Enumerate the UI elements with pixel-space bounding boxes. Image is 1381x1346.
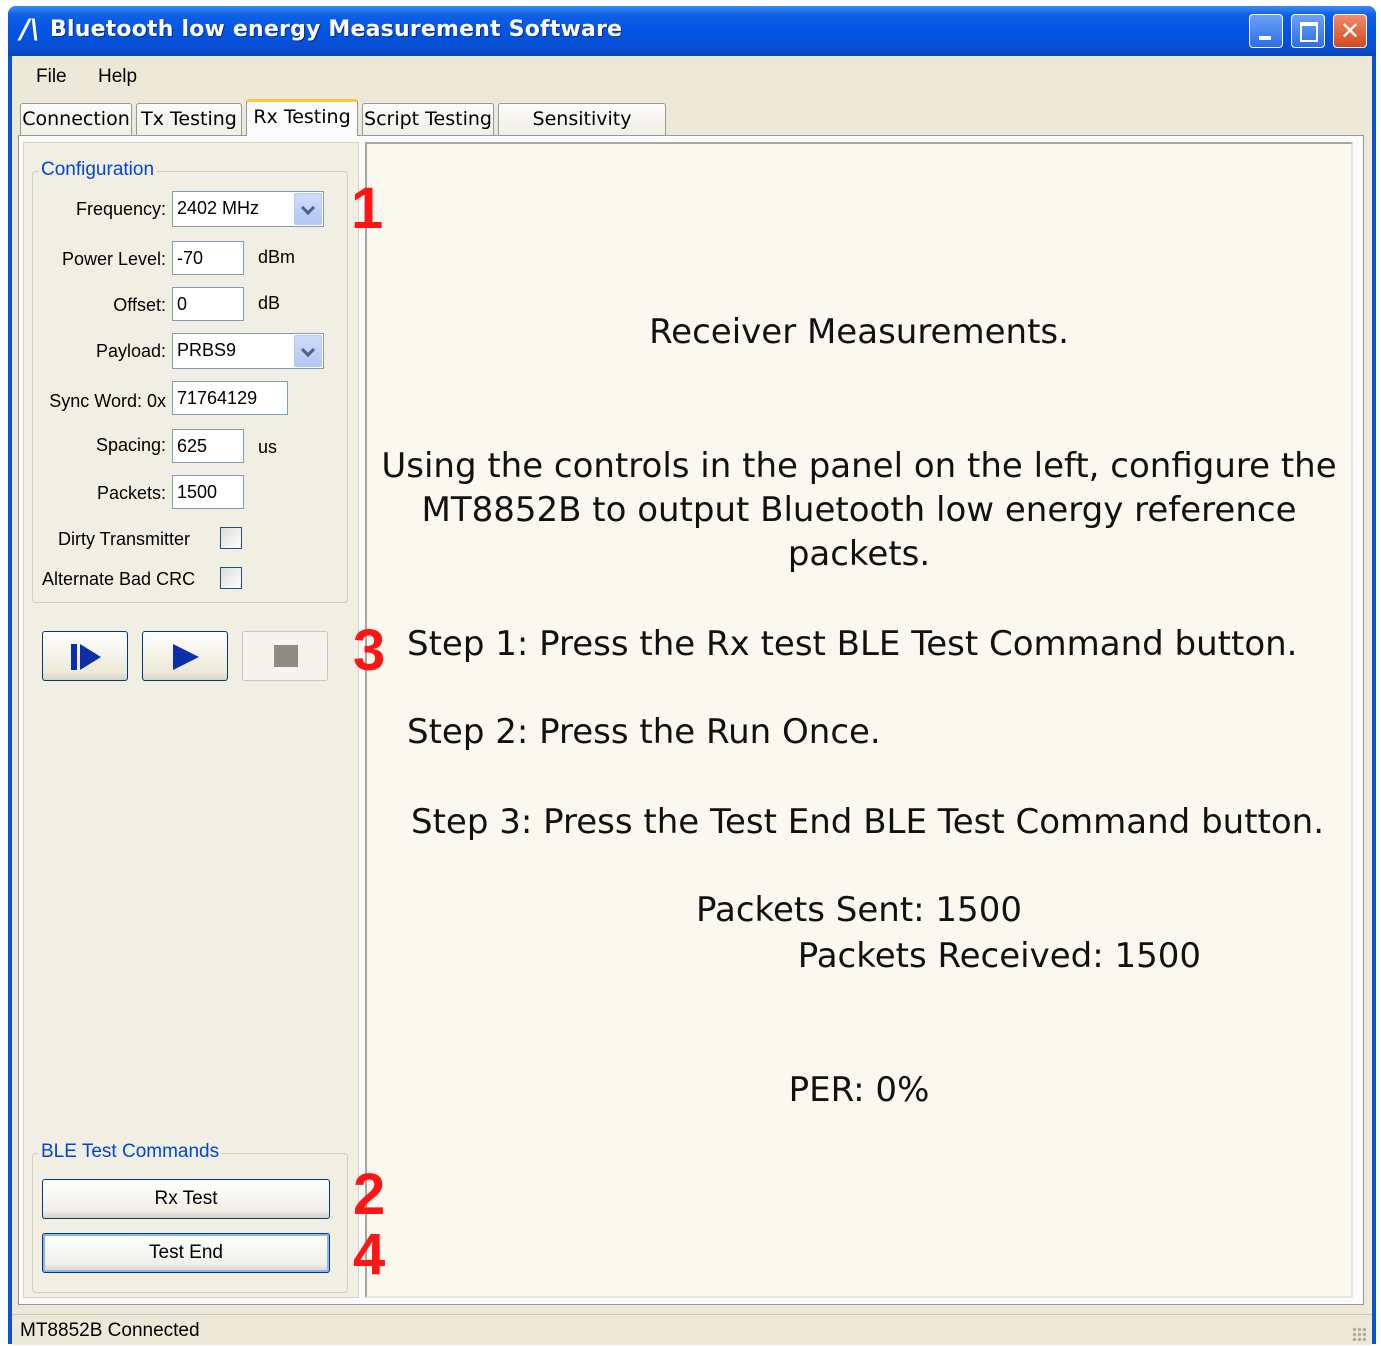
dirty-transmitter-label: Dirty Transmitter xyxy=(58,529,191,549)
annotation-2: 2 xyxy=(353,1162,386,1227)
packets-sent-readout: Packets Sent: 1500 xyxy=(696,890,1022,930)
minimize-button[interactable] xyxy=(1249,14,1283,48)
tab-script-testing[interactable]: Script Testing xyxy=(362,103,494,135)
tab-sensitivity-search[interactable]: Sensitivity Search xyxy=(498,103,666,160)
menu-bar: File Help xyxy=(12,56,1372,98)
tab-tx-testing[interactable]: Tx Testing xyxy=(136,103,242,135)
app-logo-icon: /\ xyxy=(20,14,40,45)
close-icon: ✕ xyxy=(1339,17,1361,45)
stop-icon xyxy=(274,645,298,667)
instructions-step2: Step 2: Press the Run Once. xyxy=(407,712,881,752)
annotation-4: 4 xyxy=(353,1222,386,1287)
payload-value: PRBS9 xyxy=(177,340,237,360)
spacing-label: Spacing: xyxy=(95,435,166,455)
offset-label: Offset: xyxy=(113,295,166,315)
power-level-label: Power Level: xyxy=(61,249,166,269)
frequency-dropdown[interactable]: 2402 MHz xyxy=(172,191,324,227)
step-play-icon xyxy=(71,644,101,670)
close-button[interactable]: ✕ xyxy=(1333,14,1367,48)
alternate-bad-crc-checkbox[interactable] xyxy=(220,567,242,589)
instructions-step3: Step 3: Press the Test End BLE Test Comm… xyxy=(411,802,1325,842)
alternate-bad-crc-label: Alternate Bad CRC xyxy=(42,569,196,589)
dirty-transmitter-checkbox[interactable] xyxy=(220,527,242,549)
instructions-panel: Receiver Measurements. Using the control… xyxy=(365,142,1353,1298)
window-title: Bluetooth low energy Measurement Softwar… xyxy=(50,17,623,42)
client-area: File Help Connection Tx Testing Rx Testi… xyxy=(12,56,1372,1345)
instructions-heading: Receiver Measurements. xyxy=(649,312,1069,352)
instructions-step1: Step 1: Press the Rx test BLE Test Comma… xyxy=(407,624,1298,664)
packets-label: Packets: xyxy=(96,483,166,503)
connection-status: MT8852B Connected xyxy=(20,1320,200,1341)
payload-dropdown[interactable]: PRBS9 xyxy=(172,333,324,369)
spacing-unit: us xyxy=(258,437,278,457)
frequency-label: Frequency: xyxy=(75,199,166,219)
instructions-intro-line2: MT8852B to output Bluetooth low energy r… xyxy=(421,490,1297,530)
title-bar[interactable]: /\ Bluetooth low energy Measurement Soft… xyxy=(8,6,1376,56)
chevron-down-icon[interactable] xyxy=(294,193,322,225)
menu-help[interactable]: Help xyxy=(98,66,137,88)
offset-unit: dB xyxy=(258,293,281,313)
rx-test-button[interactable]: Rx Test xyxy=(42,1179,330,1219)
power-level-input[interactable]: -70 xyxy=(172,241,244,275)
status-bar: MT8852B Connected xyxy=(12,1314,1372,1345)
frequency-value: 2402 MHz xyxy=(177,198,260,218)
payload-label: Payload: xyxy=(95,341,166,361)
power-unit: dBm xyxy=(258,247,296,267)
packets-input[interactable]: 1500 xyxy=(172,475,244,509)
spacing-input[interactable]: 625 xyxy=(172,429,244,463)
annotation-3: 3 xyxy=(353,618,386,683)
packets-received-readout: Packets Received: 1500 xyxy=(797,936,1201,976)
configuration-title: Configuration xyxy=(38,159,158,181)
sync-word-input[interactable]: 71764129 xyxy=(172,381,288,415)
sync-word-label: Sync Word: 0x xyxy=(49,391,166,411)
test-end-button[interactable]: Test End xyxy=(42,1233,330,1273)
tab-connection[interactable]: Connection xyxy=(20,103,132,135)
run-once-button[interactable] xyxy=(42,631,128,681)
instructions-intro-line1: Using the controls in the panel on the l… xyxy=(381,446,1337,486)
offset-input[interactable]: 0 xyxy=(172,287,244,321)
annotation-1: 1 xyxy=(351,176,384,241)
app-window: /\ Bluetooth low energy Measurement Soft… xyxy=(8,6,1376,1345)
tab-rx-testing[interactable]: Rx Testing xyxy=(246,99,358,136)
left-control-panel: Configuration Frequency: 2402 MHz Power … xyxy=(23,142,359,1298)
play-icon xyxy=(173,644,199,670)
stop-button[interactable] xyxy=(242,631,328,681)
maximize-button[interactable] xyxy=(1291,14,1325,48)
instructions-intro-line3: packets. xyxy=(787,534,931,574)
run-button[interactable] xyxy=(142,631,228,681)
ble-test-commands-title: BLE Test Commands xyxy=(38,1141,223,1163)
per-readout: PER: 0% xyxy=(788,1070,930,1110)
rx-testing-page: Configuration Frequency: 2402 MHz Power … xyxy=(18,135,1364,1305)
resize-grip-icon[interactable] xyxy=(1352,1327,1366,1341)
menu-file[interactable]: File xyxy=(36,66,67,88)
chevron-down-icon[interactable] xyxy=(294,335,322,367)
